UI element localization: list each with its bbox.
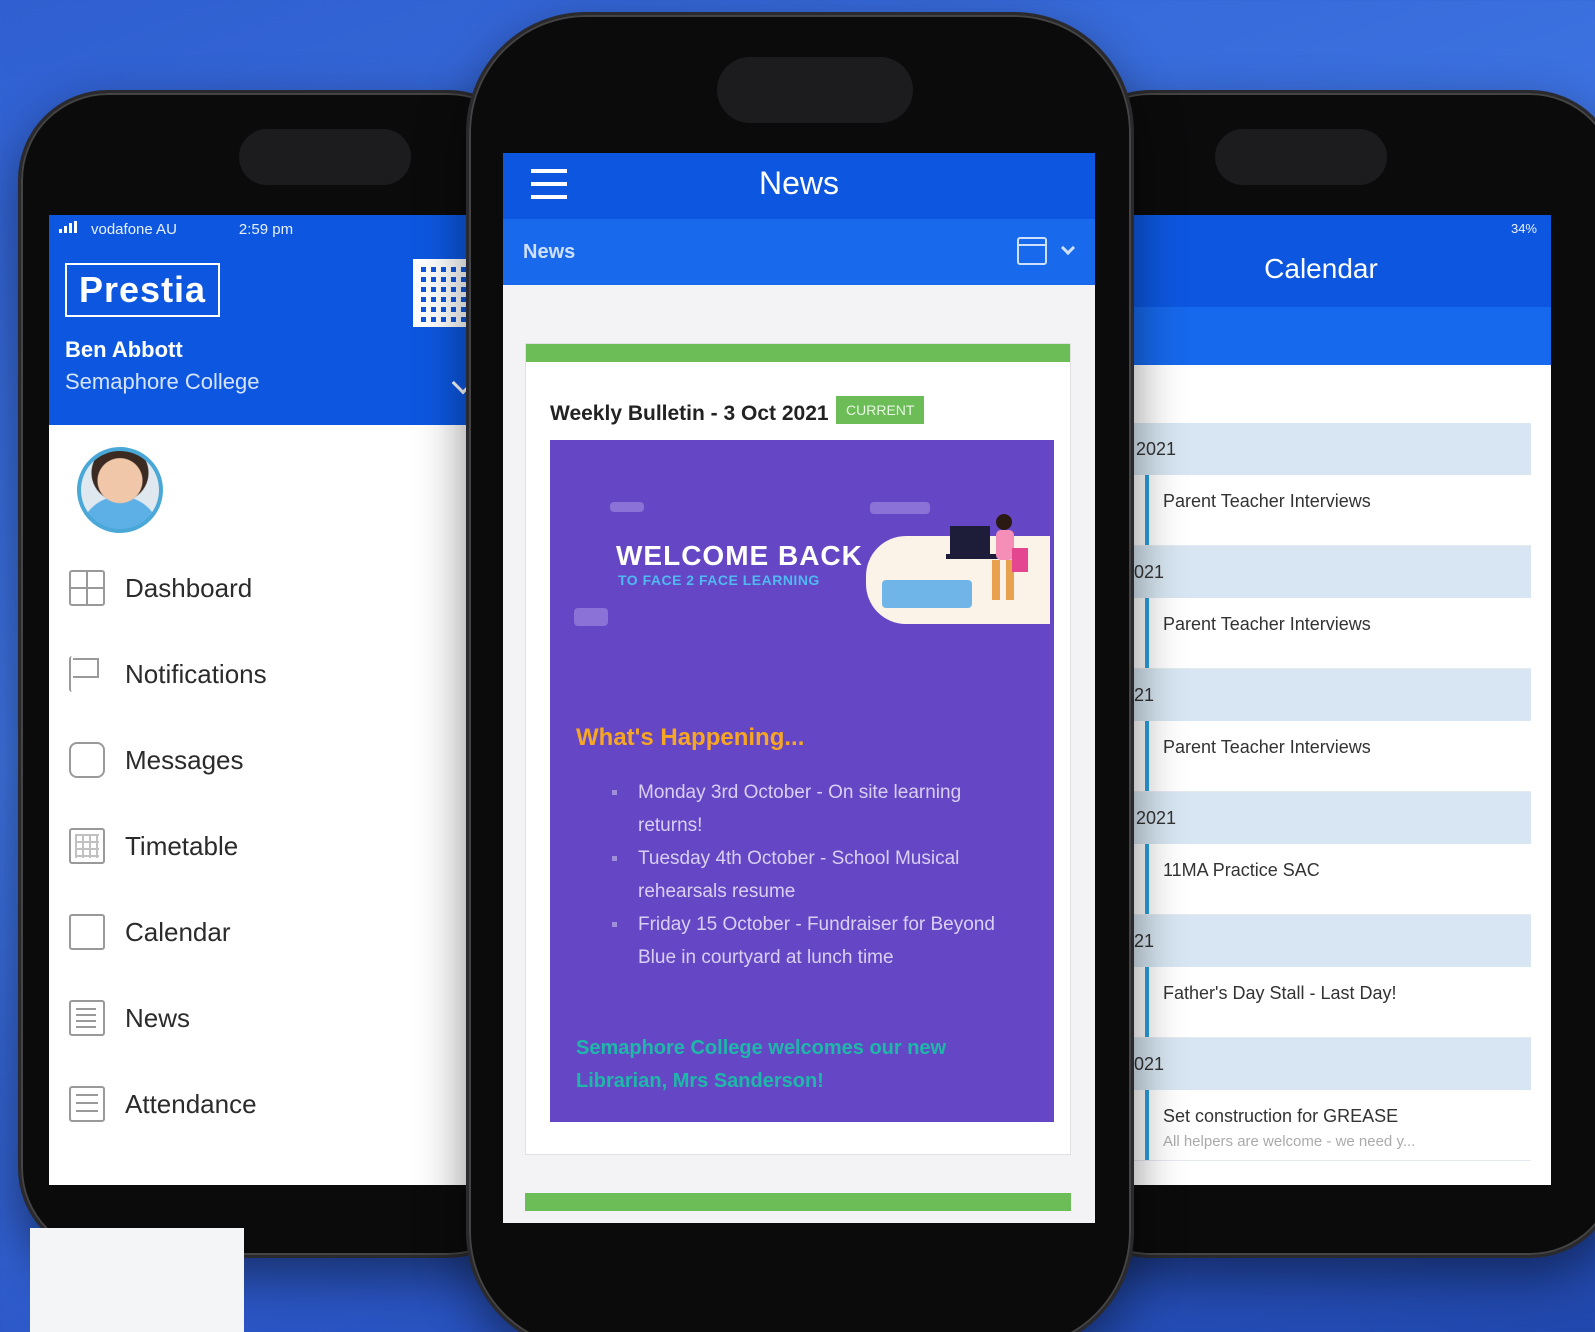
nav-label: Timetable: [125, 830, 239, 861]
decor-shape: [870, 502, 930, 514]
signal-icon: [59, 221, 79, 233]
date-header: Aug 2021: [1091, 423, 1531, 475]
nav-label: Dashboard: [125, 572, 253, 603]
nav-item-messages[interactable]: Messages: [49, 717, 489, 803]
flag-icon: [69, 656, 105, 692]
welcome-subheading: TO FACE 2 FACE LEARNING: [618, 572, 820, 588]
right-phone: AU 34% Calendar Aug 2021 dayParent Teach…: [1060, 90, 1595, 1258]
calendar-event[interactable]: dayParent Teacher Interviews: [1091, 475, 1531, 546]
chevron-down-icon[interactable]: [1060, 240, 1076, 256]
calendar-event[interactable]: dayParent Teacher Interviews: [1091, 598, 1531, 669]
list-item: Friday 15 October - Fundraiser for Beyon…: [612, 908, 1022, 974]
list-item: Monday 3rd October - On site learning re…: [612, 776, 1022, 842]
event-title: Set construction for GREASE All helpers a…: [1163, 1106, 1416, 1150]
date-header: ug 2021: [1091, 546, 1531, 598]
school-name: Semaphore College: [65, 369, 260, 394]
event-title: Father's Day Stall - Last Day!: [1163, 983, 1397, 1003]
center-phone: News News Weekly Bulletin - 3 Oct 2021 C…: [466, 12, 1134, 1332]
nav-item-attendance[interactable]: Attendance: [49, 1061, 489, 1147]
prestia-logo: Prestia: [65, 263, 221, 317]
page-title: Calendar: [1264, 253, 1378, 284]
calendar-event[interactable]: 1pm1pm11MA Practice SAC: [1091, 844, 1531, 915]
nav-label: Calendar: [125, 916, 231, 947]
nav-label: Messages: [125, 744, 244, 775]
nav-list: Dashboard Notifications Messages Timetab…: [49, 545, 489, 1147]
news-icon: [69, 1000, 105, 1036]
nav-item-dashboard[interactable]: Dashboard: [49, 545, 489, 631]
event-title: 11MA Practice SAC: [1163, 860, 1320, 880]
date-header: g 2021: [1091, 915, 1531, 967]
dynamic-island: [239, 129, 411, 185]
section-heading: What's Happening...: [576, 724, 805, 751]
nav-label: Notifications: [125, 658, 267, 689]
happening-list: Monday 3rd October - On site learning re…: [612, 776, 1022, 974]
calendar-icon[interactable]: [1017, 237, 1047, 265]
status-bar: vodafone AU 2:59 pm: [59, 221, 293, 238]
decor-shape: [610, 502, 644, 512]
event-title: Parent Teacher Interviews: [1163, 614, 1371, 634]
battery-label: 34%: [1510, 221, 1537, 236]
filter-label: News: [523, 241, 576, 263]
page-title: News: [758, 165, 839, 201]
left-phone: vodafone AU 2:59 pm Prestia Ben Abbott S…: [18, 90, 538, 1258]
welcome-heading: WELCOME BACK: [616, 540, 863, 571]
calendar-header: AU 34% Calendar: [1091, 215, 1551, 365]
news-screen: News News Weekly Bulletin - 3 Oct 2021 C…: [503, 153, 1095, 1223]
calendar-screen: AU 34% Calendar Aug 2021 dayParent Teach…: [1091, 215, 1551, 1185]
timetable-icon: [69, 828, 105, 864]
bulletin-title: Weekly Bulletin - 3 Oct 2021: [550, 402, 829, 425]
dynamic-island: [1215, 129, 1387, 185]
calendar-subbar: [1091, 307, 1551, 365]
date-header: Aug 2021: [1091, 792, 1531, 844]
nav-label: Attendance: [125, 1088, 257, 1119]
avatar[interactable]: [77, 447, 163, 533]
drawer-screen: vodafone AU 2:59 pm Prestia Ben Abbott S…: [49, 215, 489, 1185]
calendar-event[interactable]: dayParent Teacher Interviews: [1091, 721, 1531, 792]
nav-item-calendar[interactable]: Calendar: [49, 889, 489, 975]
news-card[interactable]: Weekly Bulletin - 3 Oct 2021 CURRENT WEL…: [525, 343, 1071, 1155]
nav-item-timetable[interactable]: Timetable: [49, 803, 489, 889]
next-card-accent-bar[interactable]: [525, 1193, 1071, 1211]
attendance-icon: [69, 1086, 105, 1122]
nav-item-news[interactable]: News: [49, 975, 489, 1061]
messages-icon: [69, 742, 105, 778]
card-accent-bar: [526, 344, 1070, 362]
nav-label: News: [125, 1002, 191, 1033]
status-badge: CURRENT: [836, 396, 925, 424]
bulletin-image: WELCOME BACK TO FACE 2 FACE LEARNING Wha…: [550, 440, 1054, 1122]
calendar-list: Aug 2021 dayParent Teacher Interviews ug…: [1091, 423, 1531, 1161]
news-filter-bar: News: [503, 219, 1095, 285]
drawer-header: vodafone AU 2:59 pm Prestia Ben Abbott S…: [49, 215, 489, 425]
event-title: Parent Teacher Interviews: [1163, 737, 1371, 757]
news-header: News: [503, 153, 1095, 219]
user-name: Ben Abbott: [65, 337, 183, 362]
date-header: ug 2021: [1091, 1038, 1531, 1090]
dynamic-island: [717, 57, 913, 123]
time-label: 2:59 pm: [238, 221, 294, 238]
decor-shape: [574, 608, 608, 626]
calendar-event[interactable]: dayFather's Day Stall - Last Day!: [1091, 967, 1531, 1038]
event-title: Parent Teacher Interviews: [1163, 491, 1371, 511]
dashboard-icon: [69, 570, 105, 606]
calendar-event[interactable]: daySet construction for GREASEAll helper…: [1091, 1090, 1531, 1161]
announcement-text: Semaphore College welcomes our new Libra…: [576, 1037, 947, 1092]
date-header: g 2021: [1091, 669, 1531, 721]
desk-illustration: [946, 514, 1028, 600]
list-item: Tuesday 4th October - School Musical reh…: [612, 842, 1022, 908]
carrier-label: vodafone AU: [91, 221, 177, 238]
event-detail: All helpers are welcome - we need y...: [1163, 1133, 1416, 1150]
calendar-icon: [69, 914, 105, 950]
nav-item-notifications[interactable]: Notifications: [49, 631, 489, 717]
overlay-block: [30, 1228, 244, 1332]
